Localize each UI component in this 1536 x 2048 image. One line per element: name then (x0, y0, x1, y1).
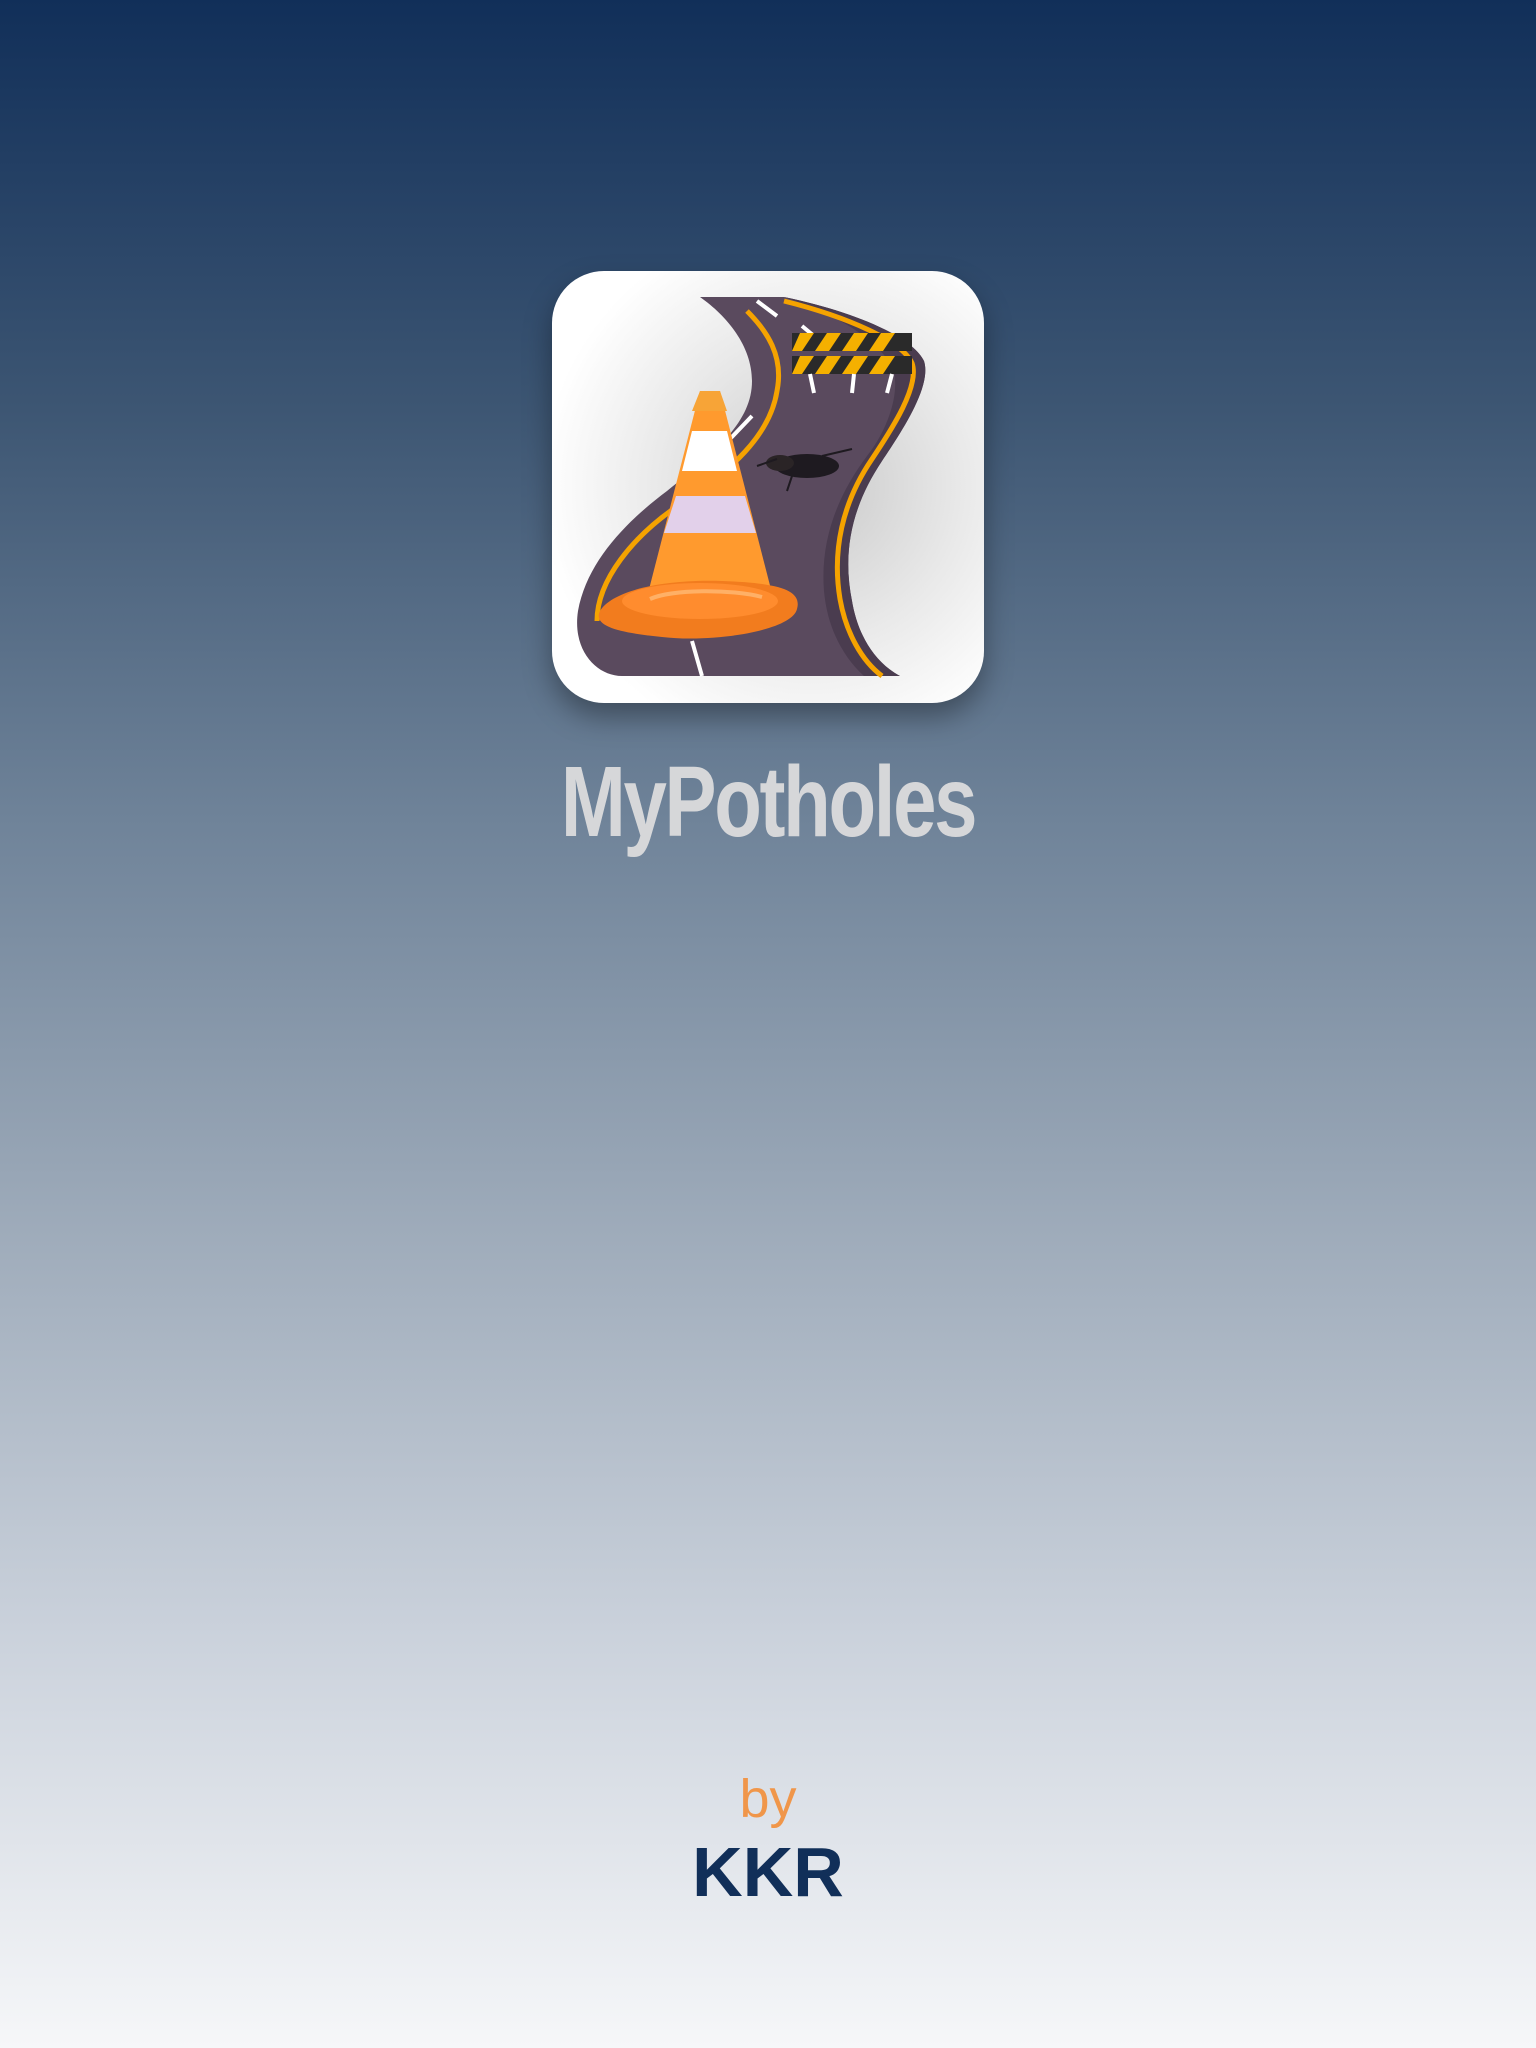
splash-screen: MyPotholes by KKR (0, 0, 1536, 2048)
road-cone-pothole-icon (577, 297, 926, 678)
app-title: MyPotholes (560, 746, 978, 858)
author-name: KKR (692, 1833, 844, 1911)
by-label: by (739, 1769, 797, 1829)
app-icon (552, 271, 984, 703)
